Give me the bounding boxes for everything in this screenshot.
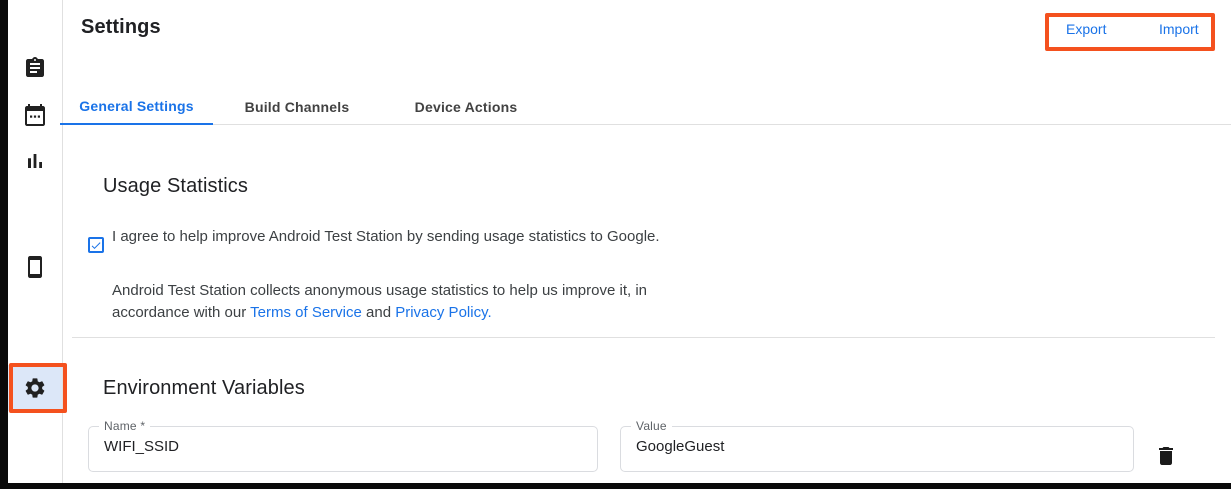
privacy-policy-link[interactable]: Privacy Policy. (395, 304, 491, 321)
import-button[interactable]: Import (1159, 21, 1199, 37)
sidebar-item-test-plans[interactable] (8, 92, 62, 138)
clipboard-icon (23, 56, 47, 80)
smartphone-icon (23, 255, 47, 279)
checkmark-icon (90, 239, 102, 252)
delete-env-var-button[interactable] (1152, 442, 1180, 470)
env-var-value-field[interactable]: Value (620, 426, 1134, 472)
sidebar-item-test-results[interactable] (8, 138, 62, 184)
env-var-value-label: Value (631, 419, 672, 433)
bar-chart-icon (23, 149, 47, 173)
page-title: Settings (81, 16, 161, 39)
env-var-name-label: Name * (99, 419, 150, 433)
usage-statistics-heading: Usage Statistics (103, 175, 248, 198)
env-var-name-input[interactable] (104, 438, 582, 455)
screen-bottom-edge (0, 483, 1231, 489)
trash-icon (1154, 444, 1178, 468)
env-var-value-input[interactable] (636, 438, 1118, 455)
tab-general-settings[interactable]: General Settings (60, 88, 213, 125)
sidebar (8, 0, 63, 483)
environment-variables-heading: Environment Variables (103, 377, 305, 400)
usage-statistics-checkbox[interactable] (88, 237, 104, 253)
section-divider (72, 337, 1215, 338)
sidebar-item-test-runs[interactable] (8, 45, 62, 91)
android-test-station-settings-page: Settings Export Import General Settings … (0, 0, 1231, 491)
env-var-name-field[interactable]: Name * (88, 426, 598, 472)
note-conjunction: and (362, 304, 395, 321)
screen-left-edge (0, 0, 8, 489)
tab-build-channels[interactable]: Build Channels (213, 88, 381, 125)
calendar-icon (23, 103, 47, 127)
usage-statistics-note: Android Test Station collects anonymous … (112, 280, 664, 324)
terms-of-service-link[interactable]: Terms of Service (250, 304, 362, 321)
gear-icon (23, 376, 47, 400)
tab-device-actions[interactable]: Device Actions (381, 88, 551, 125)
export-button[interactable]: Export (1066, 21, 1106, 37)
usage-agreement-text: I agree to help improve Android Test Sta… (112, 226, 664, 248)
sidebar-item-devices[interactable] (8, 244, 62, 290)
sidebar-item-settings[interactable] (8, 365, 62, 411)
